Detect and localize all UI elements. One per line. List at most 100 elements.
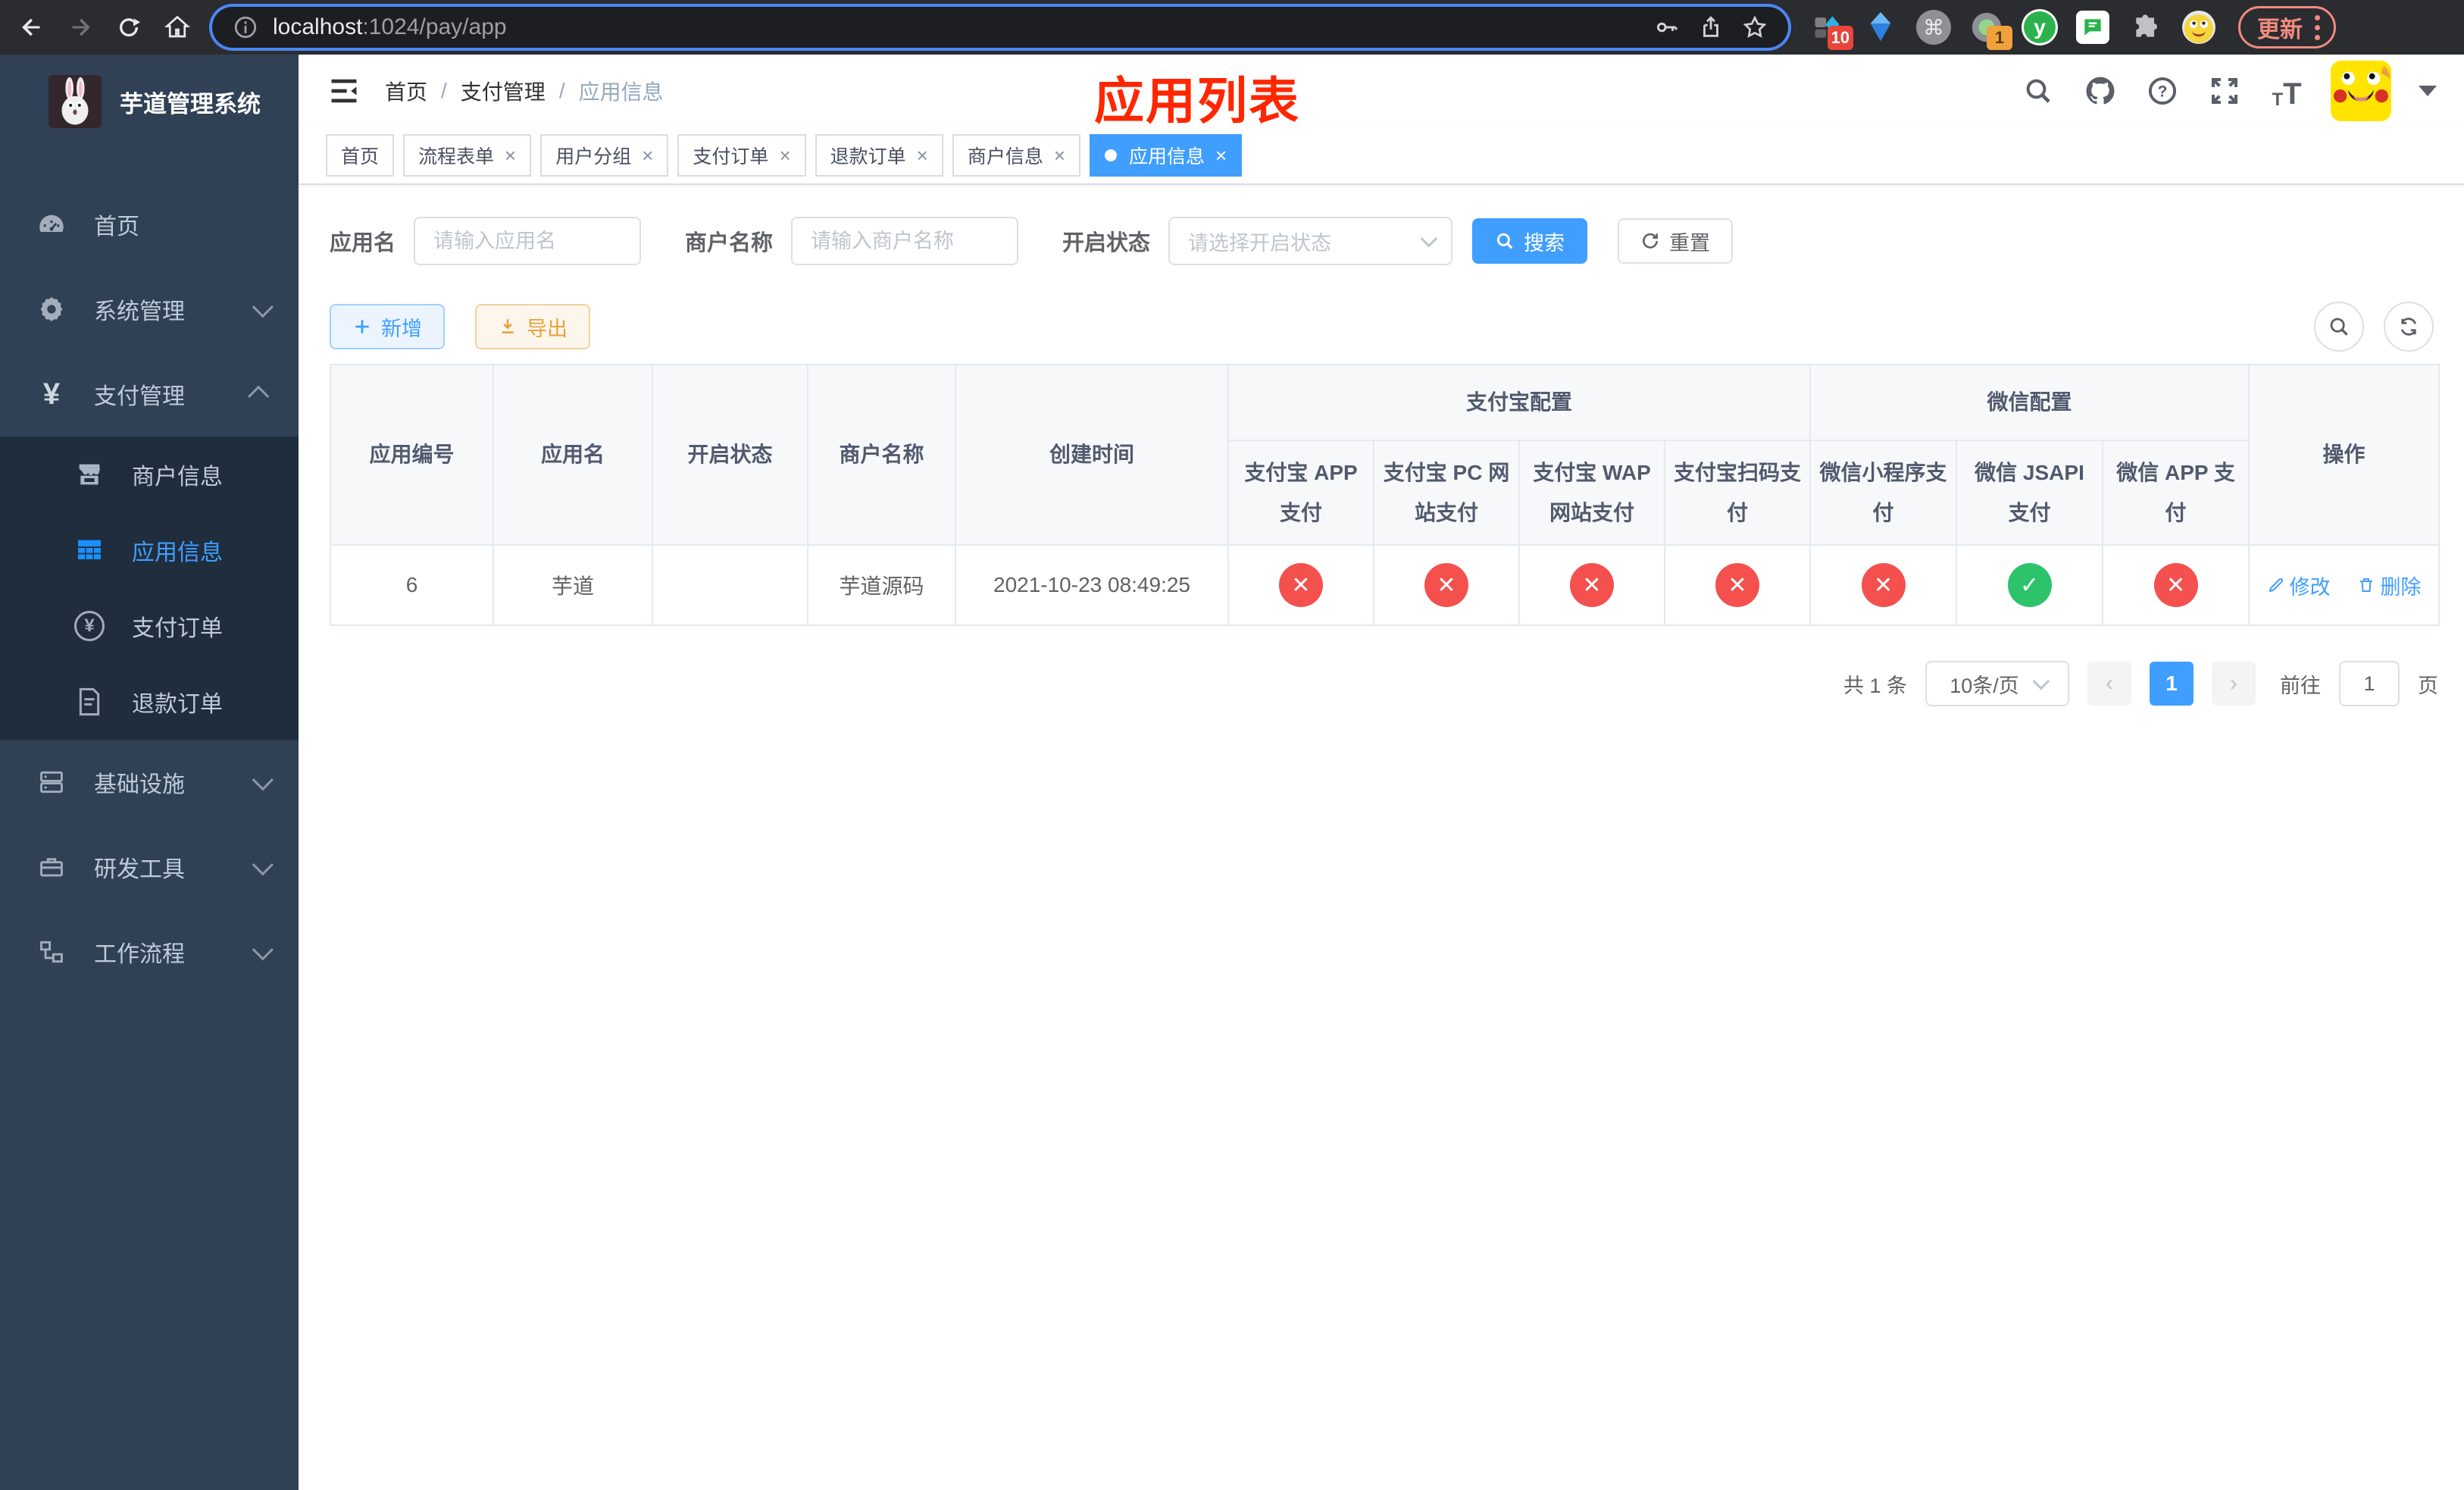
cell-alipay-app: [1227, 544, 1374, 626]
cross-icon: [1424, 563, 1468, 607]
tag-tab-app-info[interactable]: 应用信息: [1090, 134, 1243, 177]
share-icon[interactable]: [1694, 11, 1728, 44]
cross-icon: [1570, 563, 1614, 607]
col-alipay-qr: 支付宝扫码支付: [1663, 440, 1812, 546]
current-page-button[interactable]: 1: [2150, 662, 2194, 706]
tag-tab-refund-order[interactable]: 退款订单: [815, 134, 943, 177]
tab-close-icon[interactable]: [917, 146, 928, 165]
back-icon[interactable]: [11, 6, 53, 49]
collapse-sidebar-icon[interactable]: [326, 73, 362, 109]
breadcrumb-current: 应用信息: [578, 80, 664, 104]
breadcrumb-separator: /: [558, 79, 565, 102]
sidebar-item-app-info[interactable]: 应用信息: [0, 512, 299, 588]
extension-badge: 1: [1987, 26, 2012, 50]
prev-page-button[interactable]: ‹: [2087, 662, 2131, 706]
extensions-puzzle-icon[interactable]: [2128, 9, 2164, 45]
tag-tab-process-form[interactable]: 流程表单: [403, 134, 532, 177]
goto-page-input[interactable]: [2339, 661, 2400, 706]
font-size-icon[interactable]: TT: [2269, 73, 2305, 109]
url-text: localhost:1024/pay/app: [273, 14, 507, 39]
sidebar-item-pay-order[interactable]: ¥ 支付订单: [0, 588, 299, 664]
breadcrumb-home[interactable]: 首页: [385, 76, 427, 106]
edit-link[interactable]: 修改: [2267, 571, 2331, 600]
refresh-button[interactable]: [2384, 302, 2434, 352]
breadcrumb-payment[interactable]: 支付管理: [461, 76, 546, 106]
cross-icon: [1279, 563, 1323, 607]
sidebar-item-infrastructure[interactable]: 基础设施: [0, 740, 299, 825]
sidebar-item-system[interactable]: 系统管理: [0, 267, 299, 352]
extension-proxy-icon[interactable]: 1: [1968, 9, 2012, 50]
tab-close-icon[interactable]: [1054, 146, 1065, 165]
extension-gem-icon[interactable]: [1862, 9, 1899, 45]
status-select[interactable]: 请选择开启状态: [1168, 217, 1453, 265]
sidebar-item-refund-order[interactable]: 退款订单: [0, 664, 299, 740]
screen: localhost:1024/pay/app 10 ⌘ 1 y 更新 芋道管理系…: [0, 0, 2464, 1490]
cell-app-name: 芋道: [492, 544, 653, 626]
app-table: 应用编号 应用名 开启状态 商户名称 创建时间 支付宝配置 微信配置 操作 支付…: [330, 364, 2441, 626]
browser-menu-icon[interactable]: [2315, 14, 2320, 40]
sidebar-item-payment[interactable]: ¥ 支付管理: [0, 352, 299, 437]
col-actions: 操作: [2248, 364, 2441, 546]
extension-chat-icon[interactable]: [2075, 9, 2111, 45]
user-avatar[interactable]: [2331, 61, 2391, 121]
home-icon[interactable]: [156, 6, 199, 49]
pagination-total: 共 1 条: [1843, 674, 1907, 697]
browser-update-button[interactable]: 更新: [2238, 6, 2336, 49]
filter-form: 应用名 商户名称 开启状态 请选择开启状态 搜索: [330, 217, 2434, 265]
tab-close-icon[interactable]: [779, 146, 790, 165]
fullscreen-icon[interactable]: [2206, 73, 2243, 109]
app-name-input[interactable]: [414, 217, 642, 265]
table-grid-icon: [73, 535, 106, 565]
group-alipay-config: 支付宝配置: [1227, 364, 1812, 441]
password-key-icon[interactable]: [1650, 11, 1684, 44]
forward-icon[interactable]: [59, 6, 102, 49]
bookmark-star-icon[interactable]: [1738, 11, 1771, 44]
merchant-name-input[interactable]: [791, 217, 1019, 265]
address-bar[interactable]: localhost:1024/pay/app: [212, 7, 1788, 48]
extension-y-icon[interactable]: y: [2022, 9, 2058, 45]
col-alipay-app: 支付宝 APP 支付: [1227, 440, 1374, 546]
sidebar-item-dev-tools[interactable]: 研发工具: [0, 825, 299, 909]
reload-icon[interactable]: [108, 6, 150, 49]
cell-actions: 修改 删除: [2248, 544, 2441, 626]
tag-tab-pay-order[interactable]: 支付订单: [677, 134, 806, 177]
add-button[interactable]: 新增: [330, 304, 445, 349]
storefront-icon: [73, 459, 106, 490]
tag-tab-merchant-info[interactable]: 商户信息: [952, 134, 1081, 177]
reset-button[interactable]: 重置: [1618, 218, 1734, 264]
app-shell: 芋道管理系统 首页 系统管理 ¥ 支付管理 商户信息 应用信息 ¥ 支付订单 退…: [0, 55, 2464, 1490]
sidebar-item-home[interactable]: 首页: [0, 182, 299, 267]
server-box-icon: [35, 768, 68, 797]
extensions-row: 10 ⌘ 1 y: [1802, 9, 2225, 50]
tab-close-icon[interactable]: [1215, 146, 1227, 165]
search-icon[interactable]: [2020, 73, 2056, 109]
tab-close-icon[interactable]: [505, 146, 516, 165]
help-icon[interactable]: ?: [2144, 73, 2181, 109]
cell-wechat-mini: [1809, 544, 1958, 626]
tag-tab-home[interactable]: 首页: [326, 134, 395, 177]
sidebar-menu: 首页 系统管理 ¥ 支付管理 商户信息 应用信息 ¥ 支付订单 退款订单 基础设…: [0, 149, 299, 994]
page-size-select[interactable]: 10条/页: [1925, 661, 2069, 706]
browser-toolbar: localhost:1024/pay/app 10 ⌘ 1 y 更新: [0, 0, 2464, 55]
merchant-name-label: 商户名称: [685, 231, 774, 255]
avatar-dropdown-caret[interactable]: [2419, 86, 2437, 96]
profile-avatar-icon[interactable]: [2181, 9, 2217, 45]
site-info-icon[interactable]: [229, 11, 262, 44]
chevron-down-icon: [252, 296, 274, 318]
toggle-search-button[interactable]: [2314, 302, 2364, 352]
extension-diamond-icon[interactable]: 10: [1809, 9, 1853, 50]
sidebar-item-merchant-info[interactable]: 商户信息: [0, 437, 299, 512]
sidebar-item-workflow[interactable]: 工作流程: [0, 909, 299, 994]
logo-row[interactable]: 芋道管理系统: [0, 55, 299, 149]
export-button[interactable]: 导出: [475, 304, 590, 349]
tag-tab-user-group[interactable]: 用户分组: [540, 134, 669, 177]
search-button[interactable]: 搜索: [1472, 218, 1588, 264]
delete-link[interactable]: 删除: [2357, 571, 2421, 600]
tab-close-icon[interactable]: [642, 146, 653, 165]
next-page-button[interactable]: ›: [2212, 662, 2256, 706]
extension-badge: 10: [1827, 26, 1853, 50]
cross-icon: [2153, 563, 2198, 607]
extension-command-icon[interactable]: ⌘: [1915, 9, 1952, 45]
toolbox-icon: [35, 853, 68, 881]
github-icon[interactable]: [2082, 73, 2118, 109]
